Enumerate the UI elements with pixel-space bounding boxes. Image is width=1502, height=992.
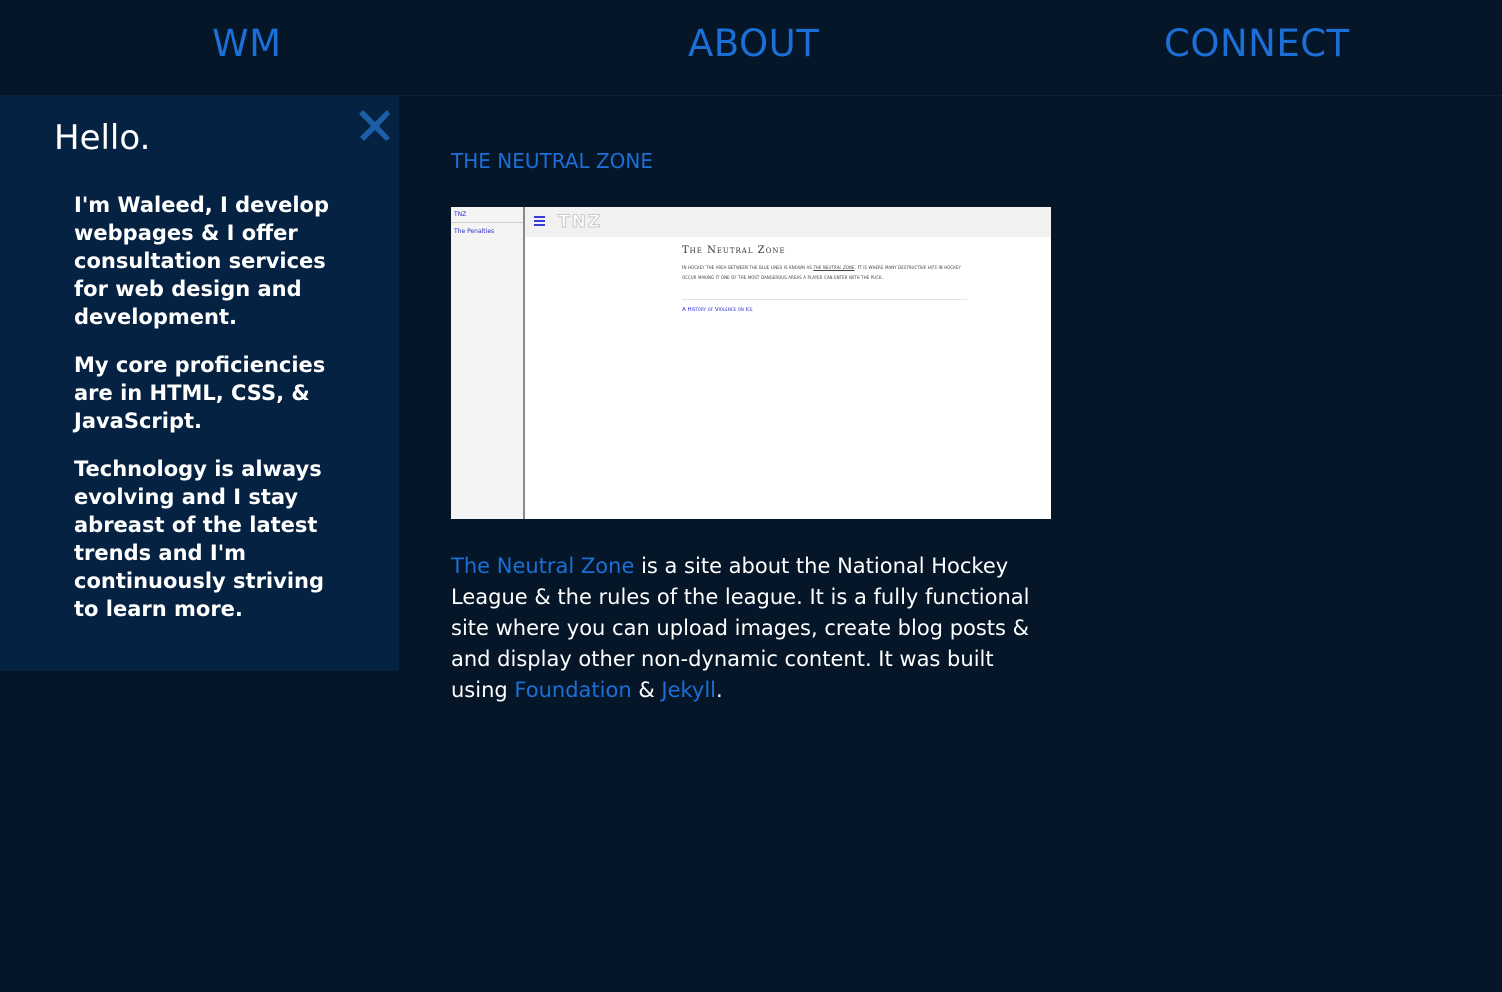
jekyll-link[interactable]: Jekyll	[661, 678, 716, 702]
sidebar-learning-text: Technology is always evolving and I stay…	[74, 457, 325, 621]
close-icon[interactable]	[356, 105, 394, 143]
project-screenshot[interactable]: TNZ The Penalties TNZ The Neutral Zone I…	[451, 207, 1051, 519]
nav-connect-link[interactable]: CONNECT	[1164, 22, 1350, 66]
description-ampersand: &	[631, 678, 662, 702]
project-title: THE NEUTRAL ZONE	[451, 149, 654, 173]
screenshot-body-emphasis: the neutral zone	[813, 265, 855, 271]
screenshot-logo: TNZ	[557, 212, 603, 233]
sidebar-intro-text: I'm Waleed, I develop webpages & I offer…	[74, 193, 330, 329]
screenshot-heading: The Neutral Zone	[682, 245, 786, 256]
screenshot-link: A History of Violence on Ice	[682, 307, 753, 313]
screenshot-divider	[682, 299, 967, 300]
screenshot-body-text: In hockey the area between the blue line…	[682, 264, 972, 283]
project-name-link[interactable]: The Neutral Zone	[451, 554, 634, 578]
project-description: The Neutral Zone is a site about the Nat…	[451, 551, 1051, 706]
description-end: .	[716, 678, 723, 702]
screenshot-body-part: In hockey the area between the blue line…	[682, 265, 814, 271]
sidebar-title: Hello.	[54, 118, 151, 158]
screenshot-body-emphasis: destructive hits	[898, 265, 937, 271]
hamburger-menu-icon	[534, 216, 545, 226]
sidebar-skills-text: My core proficiencies are in HTML, CSS, …	[74, 353, 326, 433]
nav-about-link[interactable]: ABOUT	[688, 22, 819, 66]
nav-home-link[interactable]: WM	[212, 22, 282, 66]
screenshot-sidebar: TNZ The Penalties	[451, 207, 525, 519]
top-navigation: WM ABOUT CONNECT	[0, 0, 1502, 96]
about-sidebar-panel: Hello. I'm Waleed, I develop webpages & …	[0, 96, 399, 671]
screenshot-sidebar-link: The Penalties	[454, 228, 495, 235]
screenshot-sidebar-divider	[451, 222, 523, 223]
foundation-link[interactable]: Foundation	[514, 678, 631, 702]
screenshot-body-part: . It is where many	[854, 265, 899, 271]
screenshot-topbar: TNZ	[525, 207, 1051, 237]
screenshot-sidebar-brand: TNZ	[454, 211, 467, 218]
